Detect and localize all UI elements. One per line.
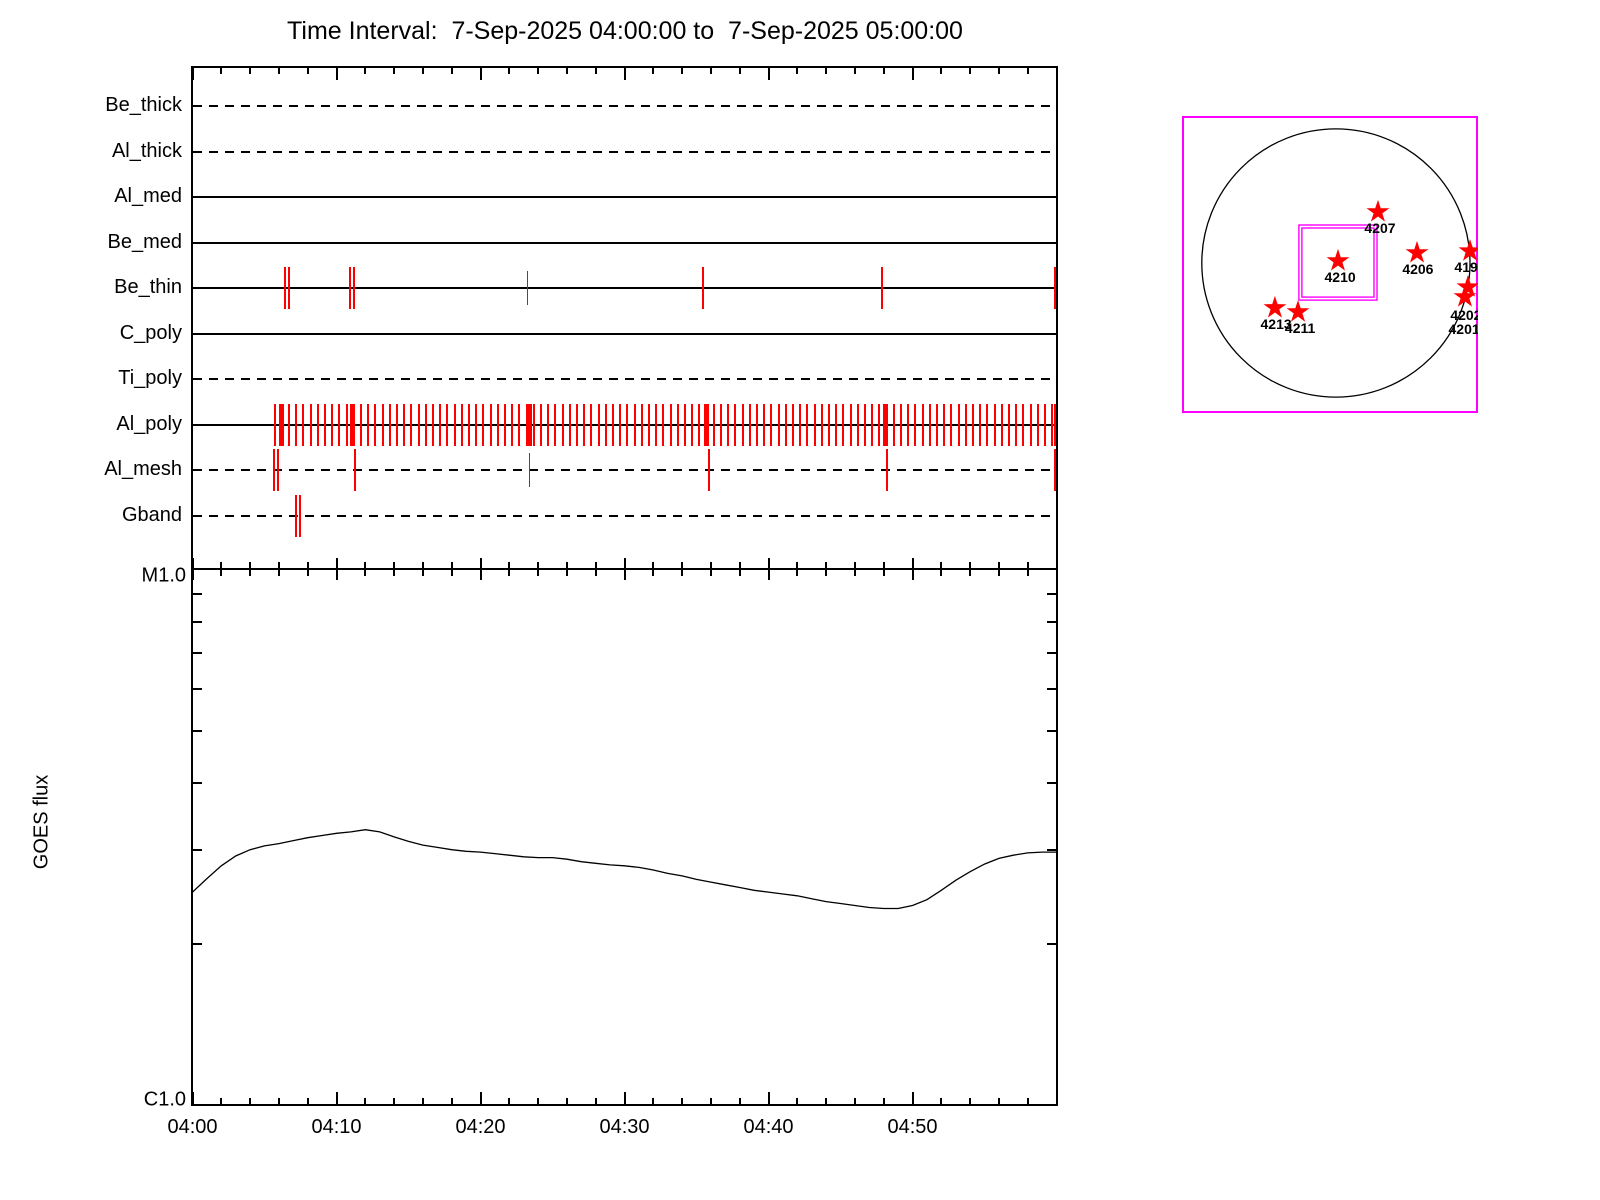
active-region-label-4211: 4211 — [1285, 320, 1316, 336]
active-region-label-4210: 4210 — [1325, 269, 1356, 285]
active-region-label-4199: 4199 — [1454, 259, 1478, 275]
solar-disk-map: 42074210420641994213421142014202 — [1182, 116, 1478, 413]
active-region-star-4210 — [1326, 248, 1350, 271]
active-region-label-4207: 4207 — [1364, 220, 1395, 236]
active-region-label-4206: 4206 — [1402, 261, 1433, 277]
active-region-star-4202 — [1453, 284, 1477, 307]
active-region-star-4206 — [1405, 240, 1429, 263]
goes-flux-curve — [192, 829, 1057, 910]
active-region-star-4207 — [1366, 199, 1390, 222]
active-region-label-4201: 4201 — [1449, 321, 1478, 337]
active-region-star-4213 — [1263, 295, 1287, 318]
active-region-label-4202: 4202 — [1450, 307, 1478, 323]
plot-canvas: Time Interval: 7-Sep-2025 04:00:00 to 7-… — [0, 0, 1600, 1200]
